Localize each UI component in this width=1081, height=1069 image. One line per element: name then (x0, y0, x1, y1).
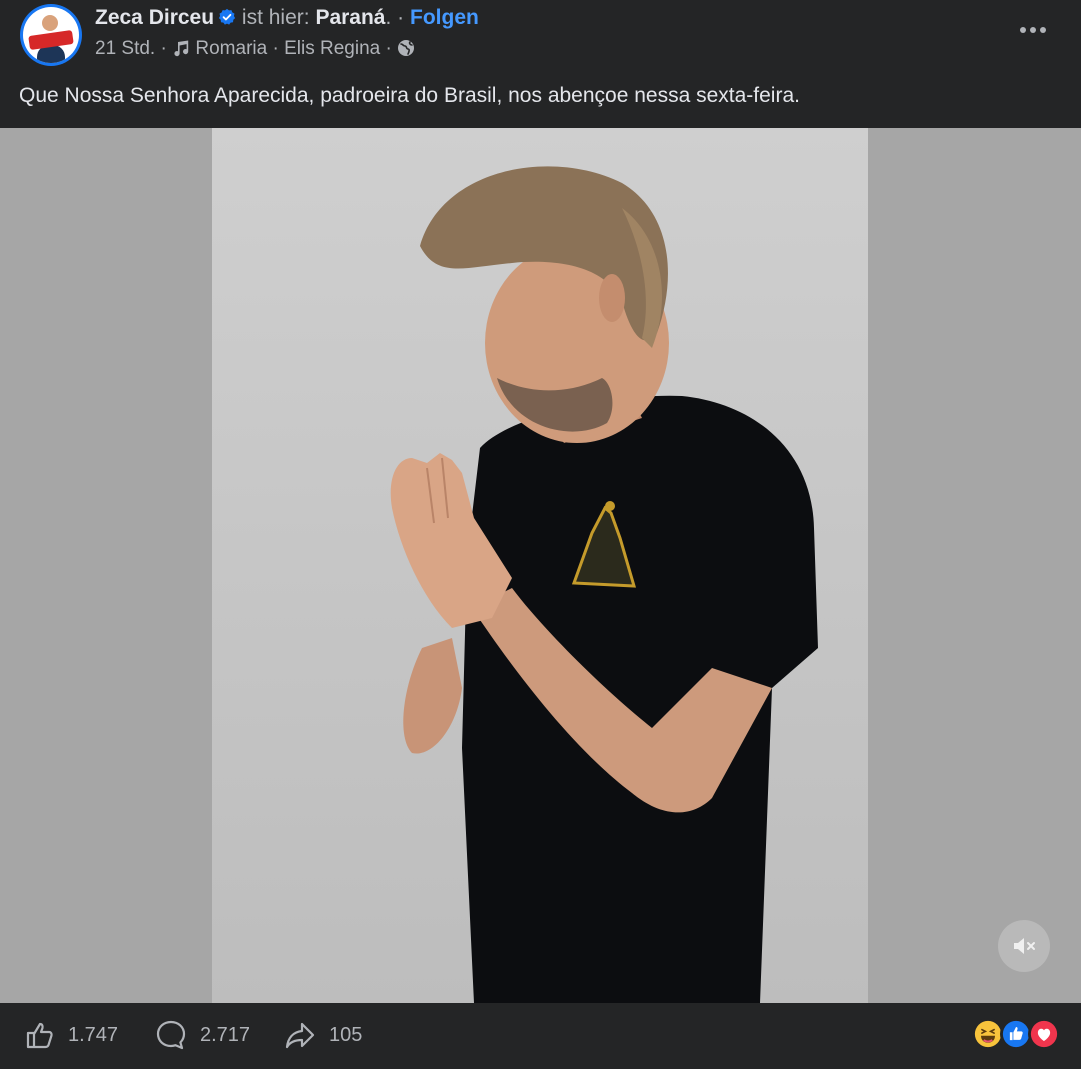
post-caption: Que Nossa Senhora Aparecida, padroeira d… (19, 84, 800, 107)
location-suffix: . (385, 6, 392, 29)
verified-badge-icon (218, 8, 236, 25)
dot-icon (1020, 27, 1026, 33)
post-photo[interactable] (212, 128, 868, 1003)
praying-man-illustration (390, 166, 818, 1003)
thumbs-up-icon (26, 1022, 53, 1049)
separator: · (385, 38, 392, 59)
post-media[interactable] (0, 128, 1081, 1003)
separator: · (160, 38, 167, 59)
post-header: Zeca Dirceu ist hier: Paraná. · Folgen 2… (0, 0, 1081, 128)
song-artist[interactable]: Elis Regina (284, 38, 380, 59)
share-icon (285, 1022, 315, 1049)
dot-icon (1040, 27, 1046, 33)
like-button[interactable]: 1.747 (24, 1017, 118, 1053)
mute-toggle-button[interactable] (998, 920, 1050, 972)
author-name[interactable]: Zeca Dirceu (95, 6, 214, 29)
song-title[interactable]: Romaria (195, 38, 267, 59)
post-time[interactable]: 21 Std. (95, 38, 155, 59)
speaker-muted-icon (1014, 938, 1035, 954)
music-note-icon (174, 40, 189, 57)
more-options-button[interactable] (1012, 12, 1054, 48)
share-count: 105 (329, 1023, 363, 1046)
author-avatar[interactable] (20, 4, 82, 66)
globe-icon[interactable] (397, 39, 415, 57)
comment-button[interactable]: 2.717 (154, 1017, 250, 1053)
separator: · (397, 6, 405, 29)
post-meta: 21 Std. · Romaria · Elis Regina · (95, 37, 415, 61)
comment-icon (156, 1020, 186, 1050)
post-title-line: Zeca Dirceu ist hier: Paraná. · Folgen (95, 5, 479, 31)
post-actions-bar: 1.747 2.717 105 (0, 1003, 1081, 1069)
location-prefix: ist hier: (241, 6, 310, 29)
reaction-summary[interactable] (972, 1018, 1062, 1050)
share-button[interactable]: 105 (283, 1017, 362, 1053)
dot-icon (1030, 27, 1036, 33)
love-reaction-icon (1028, 1018, 1060, 1050)
avatar-image (23, 7, 79, 63)
location-link[interactable]: Paraná (315, 6, 385, 29)
facebook-post: Zeca Dirceu ist hier: Paraná. · Folgen 2… (0, 0, 1081, 1069)
follow-button[interactable]: Folgen (410, 6, 479, 29)
separator: · (272, 38, 279, 59)
like-count: 1.747 (68, 1023, 119, 1046)
comment-count: 2.717 (200, 1023, 251, 1046)
